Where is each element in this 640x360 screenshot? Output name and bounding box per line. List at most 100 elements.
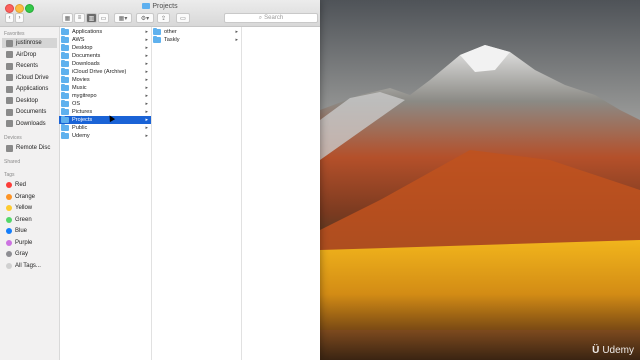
gear-icon: ⚙▾ <box>140 15 150 22</box>
folder-name: Applications <box>72 29 103 35</box>
folder-name: mygitrepo <box>72 93 97 99</box>
disc-icon <box>6 144 13 152</box>
folder-icon <box>61 116 69 123</box>
sidebar-item[interactable]: Recents <box>2 61 57 71</box>
disclosure-chevron-icon: ▸ <box>145 61 148 67</box>
folder-name: Desktop <box>72 45 93 51</box>
sidebar-item-label: iCloud Drive <box>16 74 49 81</box>
disclosure-chevron-icon: ▸ <box>145 69 148 75</box>
folder-row[interactable]: Music ▸ <box>59 84 151 92</box>
sidebar-item-label: Applications <box>16 86 49 92</box>
sidebar-item[interactable]: Blue <box>2 226 57 236</box>
folder-row[interactable]: Documents ▸ <box>59 52 151 60</box>
column-view-button[interactable]: ▥ <box>86 13 97 23</box>
folder-icon <box>61 84 69 91</box>
sidebar-item[interactable]: Applications <box>2 84 57 94</box>
group-button[interactable]: ▦▾ <box>114 13 132 23</box>
folder-name: Public <box>72 125 88 131</box>
share-icon: ⇪ <box>160 15 167 22</box>
sidebar-item[interactable]: Red <box>2 180 57 190</box>
sidebar-item-label: Orange <box>15 193 36 200</box>
folder-row[interactable]: mygitrepo ▸ <box>59 92 151 100</box>
disclosure-chevron-icon: ▸ <box>145 85 148 91</box>
tag-color-icon <box>6 228 12 234</box>
desktop-wallpaper: Ü Udemy <box>320 0 640 360</box>
share-button[interactable]: ⇪ <box>157 13 170 23</box>
folder-name: other <box>164 29 177 35</box>
sidebar-item[interactable]: Yellow <box>2 203 57 213</box>
folder-row[interactable]: Udemy ▸ <box>59 132 151 140</box>
tag-color-icon <box>6 182 12 188</box>
folder-row[interactable]: Projects ▸ <box>59 116 151 124</box>
folder-icon <box>153 36 161 43</box>
sidebar: Favorites justinrose AirDrop Recents iCloud … <box>0 27 60 360</box>
folder-icon <box>153 28 161 35</box>
column-projects: other ▸ Taskly ▸ <box>151 27 242 360</box>
sidebar-item[interactable]: Remote Disc <box>2 143 57 153</box>
sidebar-item[interactable]: All Tags... <box>2 261 57 271</box>
icon-view-button[interactable]: ▦ <box>62 13 73 23</box>
folder-name: Downloads <box>72 61 100 67</box>
folder-name: Udemy <box>72 133 90 139</box>
tag-color-icon <box>6 205 12 211</box>
folder-name: Pictures <box>72 109 93 115</box>
sidebar-item[interactable]: Documents <box>2 107 57 117</box>
columns-icon: ▥ <box>88 15 95 22</box>
tag-button[interactable]: ▭ <box>176 13 190 23</box>
gallery-view-button[interactable]: ▭ <box>98 13 109 23</box>
folder-row[interactable]: AWS ▸ <box>59 36 151 44</box>
sidebar-item-label: Desktop <box>16 97 39 104</box>
sidebar-item[interactable]: justinrose <box>2 38 57 48</box>
sidebar-item[interactable]: Orange <box>2 192 57 202</box>
sidebar-item[interactable]: Desktop <box>2 96 57 106</box>
action-button[interactable]: ⚙▾ <box>136 13 154 23</box>
disclosure-chevron-icon: ▸ <box>235 29 238 35</box>
sidebar-item-label: Red <box>15 182 27 188</box>
chevron-right-icon: › <box>18 15 21 21</box>
sidebar-item[interactable]: Downloads <box>2 119 57 129</box>
list-view-button[interactable]: ≡ <box>74 13 85 23</box>
sidebar-section-header: Devices <box>4 135 22 141</box>
search-icon: ⌕ <box>258 14 263 21</box>
sidebar-item-label: Yellow <box>15 205 33 211</box>
disclosure-chevron-icon: ▸ <box>145 93 148 99</box>
folder-name: OS <box>72 101 81 107</box>
back-button[interactable]: ‹ <box>5 13 14 23</box>
folder-row[interactable]: Pictures ▸ <box>59 108 151 116</box>
udemy-watermark: Ü Udemy <box>592 345 634 356</box>
folder-row[interactable]: Taskly ▸ <box>151 36 241 44</box>
folder-row[interactable]: OS ▸ <box>59 100 151 108</box>
search-field[interactable]: ⌕ Search <box>224 13 318 23</box>
folder-icon <box>61 100 69 107</box>
sidebar-section-header: Tags <box>4 172 15 178</box>
folder-icon <box>61 68 69 75</box>
sidebar-item[interactable]: AirDrop <box>2 50 57 60</box>
tag-color-icon <box>6 216 12 223</box>
folder-row[interactable]: Downloads ▸ <box>59 60 151 68</box>
documents-icon <box>6 108 13 116</box>
sidebar-section-header: Shared <box>4 159 21 165</box>
folder-row[interactable]: iCloud Drive (Archive) ▸ <box>59 68 151 76</box>
mountain-wallpaper-image <box>320 0 640 360</box>
tag-color-icon <box>6 251 12 257</box>
sidebar-item[interactable]: Gray <box>2 249 57 259</box>
folder-name: Documents <box>72 53 101 59</box>
folder-icon <box>61 132 69 139</box>
sidebar-item[interactable]: iCloud Drive <box>2 73 57 83</box>
window-title: Projects <box>0 3 320 10</box>
sidebar-item-label: All Tags... <box>15 262 41 269</box>
forward-button[interactable]: › <box>15 13 24 23</box>
folder-row[interactable]: other ▸ <box>151 28 241 36</box>
udemy-logo-icon: Ü <box>592 345 600 356</box>
folder-row[interactable]: Movies ▸ <box>59 76 151 84</box>
folder-row[interactable]: Desktop ▸ <box>59 44 151 52</box>
tag-color-icon <box>6 193 12 200</box>
folder-row[interactable]: Public ▸ <box>59 124 151 132</box>
sidebar-item[interactable]: Purple <box>2 238 57 248</box>
sidebar-item[interactable]: Green <box>2 215 57 225</box>
folder-row[interactable]: Applications ▸ <box>59 28 151 36</box>
sidebar-item-label: Recents <box>16 63 39 69</box>
disclosure-chevron-icon: ▸ <box>145 37 148 43</box>
column-empty <box>241 27 320 360</box>
folder-name: Projects <box>72 117 93 123</box>
